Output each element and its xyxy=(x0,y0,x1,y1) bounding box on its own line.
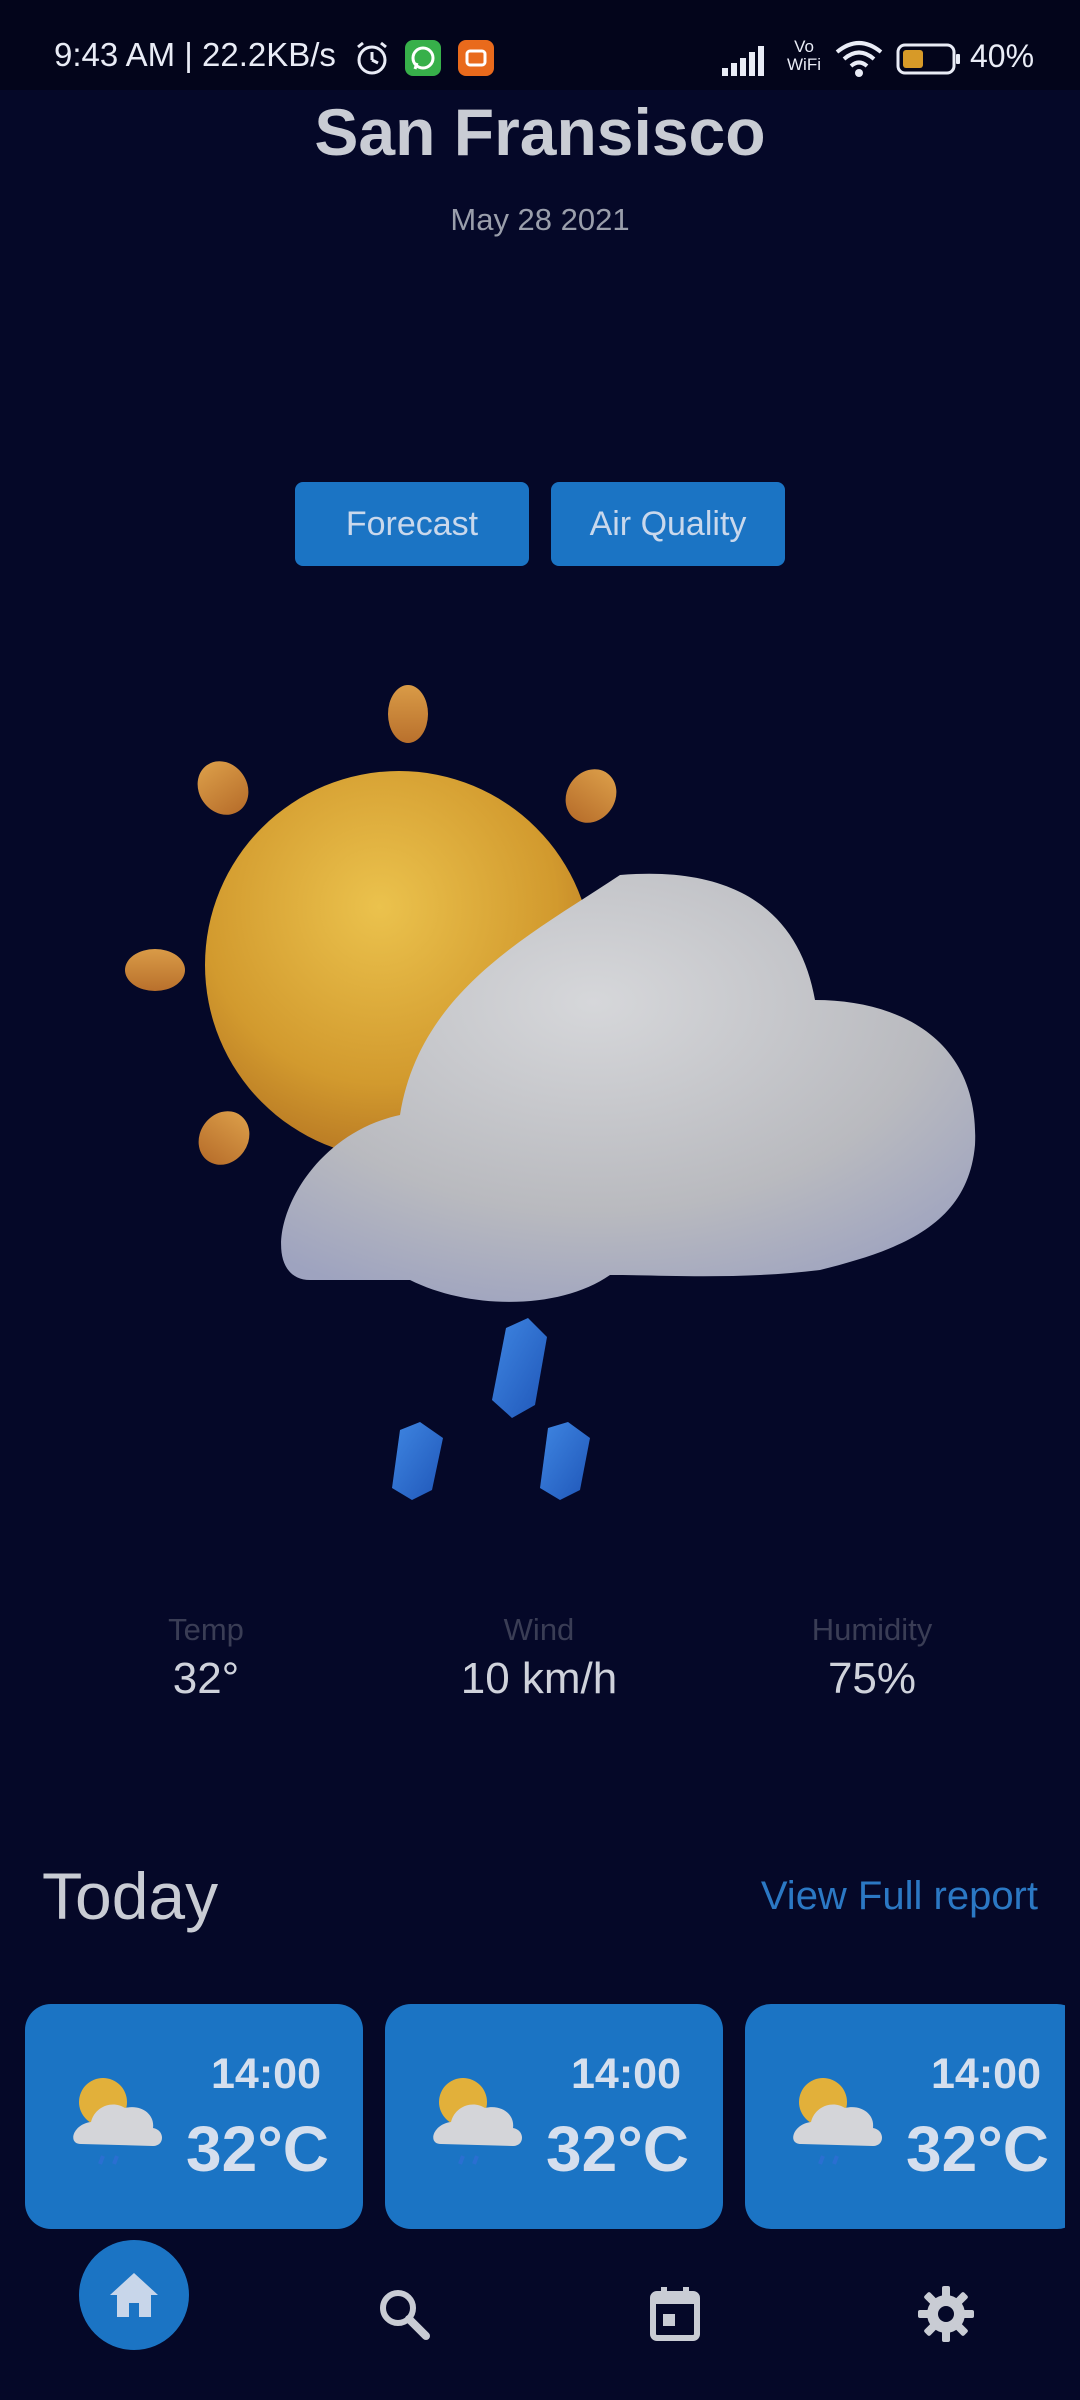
hourly-card[interactable]: 14:00 32°C xyxy=(385,2004,723,2229)
today-title: Today xyxy=(42,1859,219,1933)
wifi-icon xyxy=(835,41,883,77)
card-temp: 32°C xyxy=(186,2113,329,2185)
status-time: 9:43 AM | 22.2KB/s xyxy=(54,36,336,73)
card-time: 14:00 xyxy=(571,2050,681,2098)
battery-percent: 40% xyxy=(970,38,1035,74)
sun-cloud-rain-icon xyxy=(793,2078,882,2165)
nav-home-button[interactable] xyxy=(79,2240,189,2350)
date-label: May 28 2021 xyxy=(450,202,630,237)
vowifi-top: Vo xyxy=(794,37,814,56)
hourly-card[interactable]: 14:00 32°C xyxy=(745,2004,1065,2229)
sun-ray xyxy=(565,769,617,823)
nav-calendar-button[interactable] xyxy=(625,2264,725,2364)
sun-ray xyxy=(198,1111,250,1165)
sun-ray xyxy=(388,685,428,743)
metric-label: Humidity xyxy=(811,1612,933,1647)
nav-settings-button[interactable] xyxy=(896,2264,996,2364)
card-time: 14:00 xyxy=(931,2050,1041,2098)
view-full-report-link[interactable]: View Full report xyxy=(761,1874,1038,1919)
metric-value: 32° xyxy=(172,1654,240,1703)
battery-icon xyxy=(896,43,960,75)
sun-ray xyxy=(125,949,185,991)
alarm-icon xyxy=(357,41,387,75)
card-temp: 32°C xyxy=(906,2113,1049,2185)
vowifi-bottom: WiFi xyxy=(787,55,821,74)
rain-drop xyxy=(540,1422,590,1500)
calendar-icon xyxy=(650,2287,700,2341)
rain-drop xyxy=(392,1422,443,1500)
gear-icon xyxy=(918,2286,974,2342)
weather-app: 9:43 AM | 22.2KB/s Vo WiFi 40% San Frans… xyxy=(0,0,1080,2400)
rain-drop xyxy=(492,1318,547,1418)
signal-icon xyxy=(722,46,764,76)
hourly-cards[interactable]: 14:00 32°C 14:00 32°C 14:00 32°C xyxy=(0,2004,1065,2229)
card-time: 14:00 xyxy=(211,2050,321,2098)
metric-label: Temp xyxy=(168,1612,244,1647)
metric-wind: Wind 10 km/h xyxy=(389,1612,689,1704)
metric-value: 75% xyxy=(827,1654,917,1703)
sun-ray xyxy=(197,761,249,815)
home-icon xyxy=(110,2273,158,2317)
mi-app-icon xyxy=(458,40,494,76)
city-name: San Fransisco xyxy=(314,95,766,169)
metric-value: 10 km/h xyxy=(460,1654,618,1703)
card-temp: 32°C xyxy=(546,2113,689,2185)
vowifi-label: Vo WiFi xyxy=(782,38,826,74)
whatsapp-icon xyxy=(405,40,441,76)
search-icon xyxy=(380,2290,430,2340)
metric-humidity: Humidity 75% xyxy=(722,1612,1022,1704)
nav-search-button[interactable] xyxy=(354,2264,454,2364)
sun-cloud-rain-icon xyxy=(125,685,976,1500)
status-bar: 9:43 AM | 22.2KB/s Vo WiFi 40% xyxy=(0,0,1080,90)
air-quality-button[interactable]: Air Quality xyxy=(551,482,785,566)
metric-temp: Temp 32° xyxy=(56,1612,356,1704)
forecast-button[interactable]: Forecast xyxy=(295,482,529,566)
metric-label: Wind xyxy=(503,1612,575,1647)
sun-cloud-rain-icon xyxy=(433,2078,522,2165)
sun-cloud-rain-icon xyxy=(73,2078,162,2165)
hourly-card[interactable]: 14:00 32°C xyxy=(25,2004,363,2229)
bottom-navigation xyxy=(0,2240,1080,2400)
